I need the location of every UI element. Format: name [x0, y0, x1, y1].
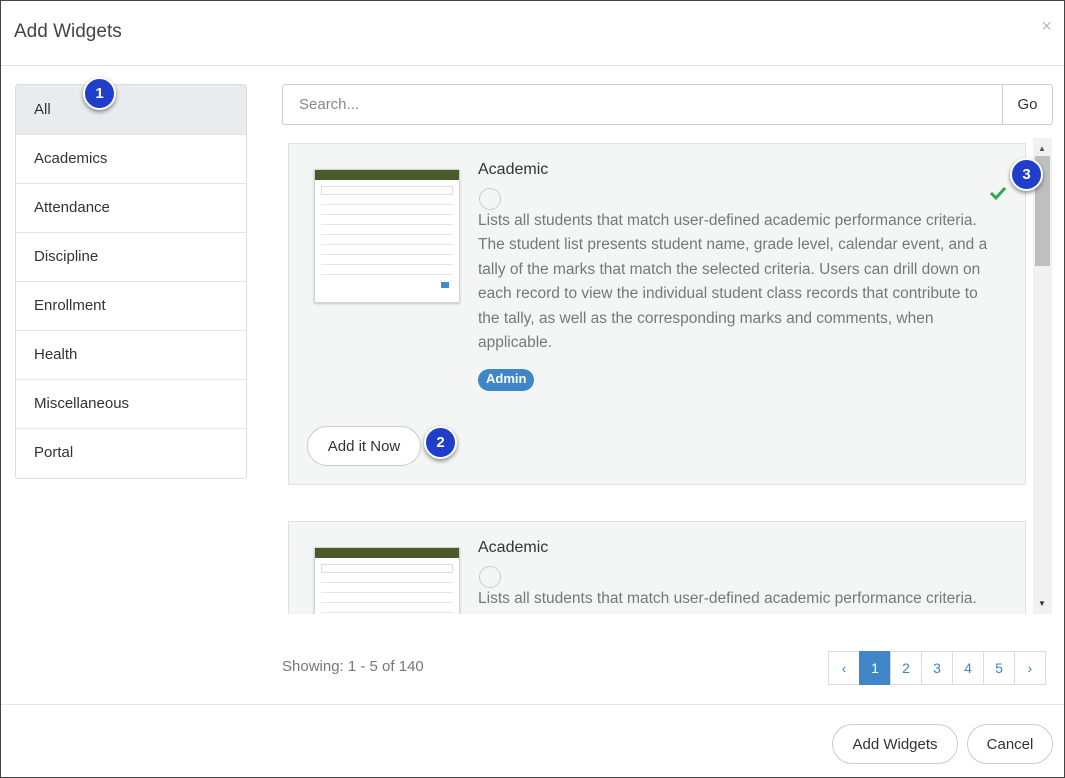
modal-title: Add Widgets — [14, 21, 122, 42]
category-item-health[interactable]: Health — [16, 331, 246, 380]
page-2-button[interactable]: 2 — [890, 651, 922, 685]
page-1-button[interactable]: 1 — [859, 651, 891, 685]
widget-list[interactable]: Academic Lists all students that match u… — [282, 138, 1053, 614]
widget-thumbnail — [314, 169, 460, 303]
category-item-academics[interactable]: Academics — [16, 135, 246, 184]
widget-select-radio[interactable] — [479, 566, 501, 588]
category-list: All Academics Attendance Discipline Enro… — [15, 84, 247, 479]
widget-card: Academic Lists all students that match u… — [288, 521, 1026, 614]
callout-marker-3: 3 — [1010, 158, 1043, 191]
prev-page-button[interactable]: ‹ — [828, 651, 860, 685]
callout-marker-1: 1 — [83, 77, 116, 110]
category-item-miscellaneous[interactable]: Miscellaneous — [16, 380, 246, 429]
footer-divider — [1, 704, 1064, 705]
admin-badge: Admin — [478, 369, 535, 391]
widget-description: Lists all students that match user-defin… — [478, 590, 977, 607]
widget-description: Lists all students that match user-defin… — [478, 212, 988, 352]
showing-count: Showing: 1 - 5 of 140 — [282, 658, 424, 675]
go-button[interactable]: Go — [1002, 84, 1053, 125]
widget-title: Academic — [478, 161, 549, 178]
check-icon — [989, 186, 1007, 201]
category-item-discipline[interactable]: Discipline — [16, 233, 246, 282]
add-widgets-modal: Add Widgets × All Academics Attendance D… — [0, 0, 1065, 778]
scroll-down-icon[interactable]: ▼ — [1038, 599, 1046, 608]
next-page-button[interactable]: › — [1014, 651, 1046, 685]
callout-marker-2: 2 — [424, 426, 457, 459]
add-it-now-button[interactable]: Add it Now — [307, 426, 421, 466]
page-3-button[interactable]: 3 — [921, 651, 953, 685]
page-5-button[interactable]: 5 — [983, 651, 1015, 685]
category-item-all[interactable]: All — [16, 85, 246, 135]
add-widgets-button[interactable]: Add Widgets — [832, 724, 958, 764]
widget-list-scrollbar[interactable]: ▲ ▼ — [1033, 138, 1052, 614]
modal-header: Add Widgets × — [1, 1, 1064, 66]
category-item-enrollment[interactable]: Enrollment — [16, 282, 246, 331]
widget-thumbnail — [314, 547, 460, 614]
cancel-button[interactable]: Cancel — [967, 724, 1053, 764]
widget-select-radio[interactable] — [479, 188, 501, 210]
category-item-attendance[interactable]: Attendance — [16, 184, 246, 233]
pagination: ‹ 1 2 3 4 5 › — [828, 651, 1046, 685]
widget-title: Academic — [478, 539, 549, 556]
widget-card: Academic Lists all students that match u… — [288, 143, 1026, 485]
close-icon[interactable]: × — [1041, 16, 1052, 37]
page-4-button[interactable]: 4 — [952, 651, 984, 685]
category-item-portal[interactable]: Portal — [16, 429, 246, 478]
scroll-up-icon[interactable]: ▲ — [1038, 144, 1046, 153]
search-bar: Go — [282, 84, 1053, 125]
search-input[interactable] — [282, 84, 1003, 125]
